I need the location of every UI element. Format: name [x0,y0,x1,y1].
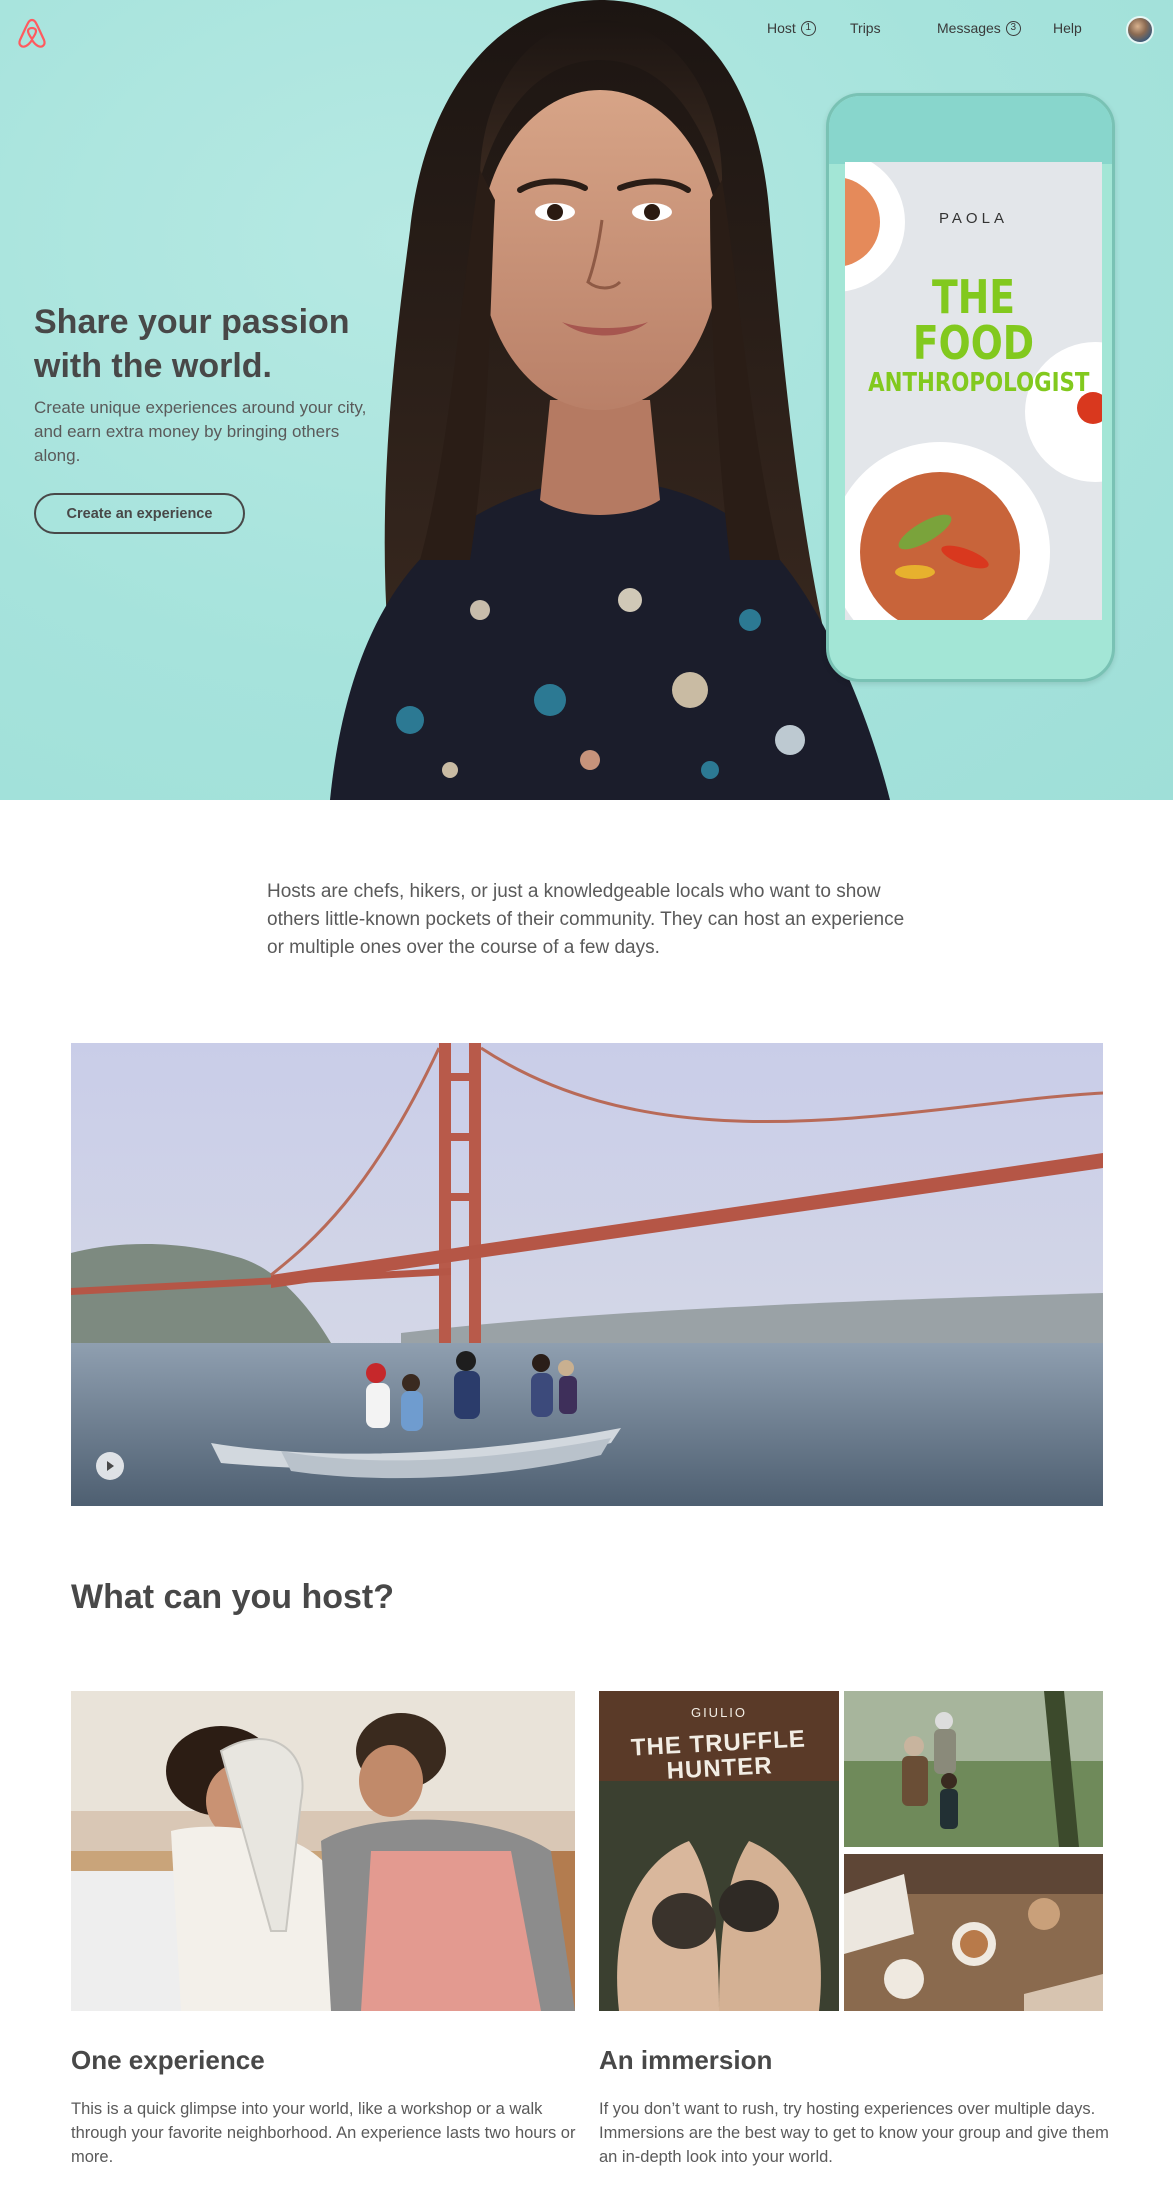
nav-host-label: Host [767,20,796,36]
nav-help[interactable]: Help [1053,20,1082,36]
golden-gate-bridge-image [71,1043,1103,1506]
forest-group-image [844,1691,1103,1847]
phone-mockup: PAOLA THE FOOD ANTHROPOLOGIST [826,93,1115,682]
cooking-class-image [71,1691,575,2011]
nav-trips-label: Trips [850,20,881,36]
play-icon [107,1461,114,1471]
one-experience-image[interactable] [71,1691,575,2011]
golden-gate-video[interactable] [71,1043,1103,1506]
experience-host-name: PAOLA [939,210,1008,227]
shared-meal-image [844,1854,1103,2011]
forest-walk-image[interactable] [844,1691,1103,1847]
create-experience-button[interactable]: Create an experience [34,493,245,534]
one-experience-description: This is a quick glimpse into your world,… [71,2100,576,2166]
hero-title: Share your passion with the world. [34,300,374,388]
host-count-badge: 1 [800,20,816,36]
immersion-title: An immersion [599,2045,773,2075]
experience-preview-card[interactable]: PAOLA THE FOOD ANTHROPOLOGIST [845,162,1102,620]
phone-top-bar [829,96,1112,164]
intro-text: Hosts are chefs, hikers, or just a knowl… [267,881,905,958]
featured-title-line2: HUNTER [666,1752,774,1785]
featured-host-name: GIULIO [690,1705,748,1720]
user-avatar[interactable] [1126,16,1154,44]
nav-host[interactable]: Host 1 [767,20,816,36]
section-title: What can you host? [71,1578,394,1616]
hero-subtitle: Create unique experiences around your ci… [34,398,367,465]
messages-count-badge: 3 [1005,20,1021,36]
experience-title-line2: ANTHROPOLOGIST [868,368,1090,398]
hero-copy: Share your passion with the world. Creat… [34,300,374,468]
hero-section: PAOLA THE FOOD ANTHROPOLOGIST Host 1 Tri… [0,0,1173,800]
nav-messages[interactable]: Messages 3 [937,20,1021,36]
dinner-table-image[interactable] [844,1854,1103,2011]
nav-trips[interactable]: Trips [850,20,881,36]
hero-title-line1: Share your passion [34,303,350,341]
immersion-description: If you don’t want to rush, try hosting e… [599,2100,1109,2166]
hero-title-line2: with the world. [34,347,272,385]
nav-messages-label: Messages [937,20,1001,36]
one-experience-title: One experience [71,2045,265,2075]
experience-title-line1: THE FOOD [912,270,1035,370]
nav-help-label: Help [1053,20,1082,36]
experience-title: THE FOOD ANTHROPOLOGIST [868,270,1090,398]
truffle-hunter-image[interactable]: GIULIO THE TRUFFLE HUNTER [599,1691,839,2011]
top-nav: Host 1 Trips Messages 3 Help [0,20,1173,42]
play-button[interactable] [96,1452,124,1480]
